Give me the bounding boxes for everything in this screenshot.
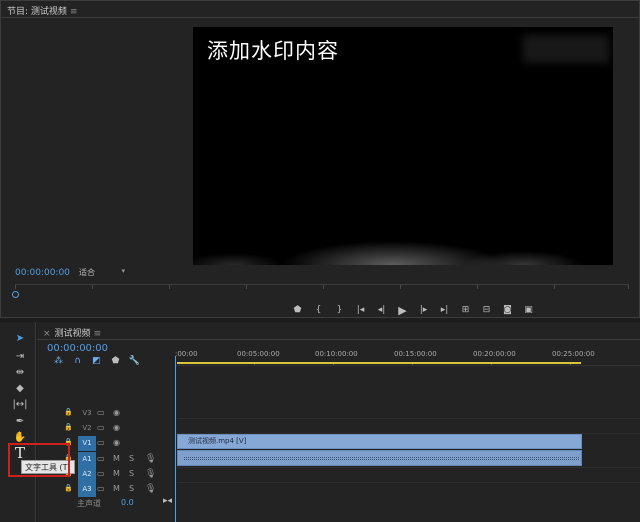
pen-tool-icon[interactable]: ✒ — [12, 415, 28, 429]
tab-divider — [37, 339, 640, 340]
solo-button[interactable]: S — [129, 454, 134, 463]
mute-button[interactable]: M — [113, 454, 120, 463]
track-header-v3: 🔒 V3 ▭ ◉ — [37, 406, 177, 421]
step-forward-icon[interactable]: |▸ — [413, 305, 434, 315]
timeline-toolbar: ⁂ ∩ ◩ ⬟ 🔧 — [49, 356, 144, 368]
source-patch-a1[interactable]: A1 — [78, 452, 96, 467]
track-divider — [177, 482, 640, 483]
ruler-label: 00:20:00:00 — [473, 350, 516, 358]
source-patch-a3[interactable]: A3 — [78, 482, 96, 497]
program-monitor-tab-label: 节目: 测试视频 — [7, 7, 67, 17]
eye-icon[interactable]: ◉ — [113, 423, 120, 432]
video-light-glow — [193, 205, 613, 265]
mute-button[interactable]: M — [113, 469, 120, 478]
audio-clip[interactable] — [177, 450, 582, 466]
source-patch-a2[interactable]: A2 — [78, 467, 96, 482]
sync-lock-icon[interactable]: ▭ — [97, 438, 105, 447]
premiere-window: 节目: 测试视频 ≡ 添加水印内容 00:00:00:00 适合 ▾ ⬟ { } … — [0, 0, 640, 522]
timeline-timecode[interactable]: 00:00:00:00 — [47, 343, 108, 354]
step-back-icon[interactable]: ◂| — [371, 305, 392, 315]
linked-selection-icon[interactable]: ◩ — [87, 356, 106, 368]
mark-out-icon[interactable]: } — [329, 305, 350, 315]
lock-icon[interactable]: 🔒 — [64, 408, 73, 416]
selection-tool-icon[interactable]: ➤ — [12, 332, 28, 346]
go-to-end-icon[interactable]: ▸◂ — [163, 496, 172, 506]
compare-icon[interactable]: ▣ — [518, 305, 539, 315]
source-patch-v1[interactable]: V1 — [78, 436, 96, 451]
timeline-tab[interactable]: × 测试视频 ≡ — [43, 326, 101, 339]
work-area-bar[interactable] — [177, 362, 581, 364]
tab-divider — [1, 17, 640, 18]
video-preview: 添加水印内容 — [193, 27, 613, 265]
sync-lock-icon[interactable]: ▭ — [97, 469, 105, 478]
sync-lock-icon[interactable]: ▭ — [97, 408, 105, 417]
mute-button[interactable]: M — [113, 484, 120, 493]
snap-icon[interactable]: ∩ — [68, 356, 87, 368]
export-frame-icon[interactable]: ◙ — [497, 305, 518, 315]
timeline-panel: × 测试视频 ≡ 00:00:00:00 ⁂ ∩ ◩ ⬟ 🔧 :00:00 00:0… — [37, 322, 640, 522]
sync-lock-icon[interactable]: ▭ — [97, 484, 105, 493]
master-track-label: 主声道 — [77, 499, 101, 508]
ruler-label: 00:25:00:00 — [552, 350, 595, 358]
blurred-logo — [523, 35, 609, 63]
track-divider — [177, 418, 640, 419]
lock-icon[interactable]: 🔒 — [64, 423, 73, 431]
lock-icon[interactable]: 🔒 — [64, 484, 73, 492]
program-playhead[interactable] — [12, 291, 19, 298]
fit-dropdown[interactable]: 适合 ▾ — [79, 267, 127, 279]
track-header-v2: 🔒 V2 ▭ ◉ — [37, 421, 177, 436]
lift-icon[interactable]: ⊞ — [455, 305, 476, 315]
add-marker-icon[interactable]: ⬟ — [106, 356, 125, 368]
track-select-tool-icon[interactable]: ⇥ — [12, 350, 28, 364]
track-name: V3 — [82, 409, 92, 417]
ruler-label: 00:10:00:00 — [315, 350, 358, 358]
razor-tool-icon[interactable]: ◆ — [12, 382, 28, 396]
panel-menu-icon[interactable]: ≡ — [70, 7, 78, 17]
program-time-ruler[interactable] — [15, 284, 629, 292]
video-clip-label: 测试视频.mp4 [V] — [188, 437, 247, 445]
nest-icon[interactable]: ⁂ — [49, 356, 68, 368]
solo-button[interactable]: S — [129, 484, 134, 493]
fit-dropdown-value: 适合 — [79, 268, 95, 277]
go-to-out-icon[interactable]: ▸| — [434, 305, 455, 315]
solo-button[interactable]: S — [129, 469, 134, 478]
program-monitor: 节目: 测试视频 ≡ 添加水印内容 00:00:00:00 适合 ▾ ⬟ { } … — [0, 0, 640, 318]
timeline-tab-label: 测试视频 — [54, 329, 91, 339]
play-icon[interactable]: ▶ — [392, 304, 413, 317]
extract-icon[interactable]: ⊟ — [476, 305, 497, 315]
transport-controls: ⬟ { } |◂ ◂| ▶ |▸ ▸| ⊞ ⊟ ◙ ▣ — [287, 303, 539, 317]
microphone-icon[interactable]: 🎙 — [145, 454, 156, 464]
chevron-down-icon: ▾ — [121, 267, 125, 275]
audio-waveform — [184, 457, 579, 460]
master-volume-value[interactable]: 0.0 — [121, 498, 134, 507]
add-marker-icon[interactable]: ⬟ — [287, 305, 308, 315]
ripple-edit-tool-icon[interactable]: ⇹ — [12, 366, 28, 380]
ruler-label: 00:05:00:00 — [237, 350, 280, 358]
track-area[interactable]: 测试视频.mp4 [V] — [177, 366, 640, 522]
eye-icon[interactable]: ◉ — [113, 408, 120, 417]
timeline-playhead[interactable] — [175, 356, 176, 522]
track-divider — [177, 467, 640, 468]
ruler-label: 00:15:00:00 — [394, 350, 437, 358]
panel-menu-icon[interactable]: ≡ — [94, 329, 102, 339]
go-to-in-icon[interactable]: |◂ — [350, 305, 371, 315]
microphone-icon[interactable]: 🎙 — [145, 469, 156, 479]
wrench-icon[interactable]: 🔧 — [125, 356, 144, 368]
watermark-text: 添加水印内容 — [207, 39, 339, 63]
program-monitor-tab[interactable]: 节目: 测试视频 ≡ — [7, 4, 77, 17]
video-clip[interactable]: 测试视频.mp4 [V] — [177, 434, 582, 449]
mark-in-icon[interactable]: { — [308, 305, 329, 315]
program-timecode[interactable]: 00:00:00:00 — [15, 268, 70, 278]
tools-panel: ➤ ⇥ ⇹ ◆ |↔| ✒ ✋ T — [0, 322, 36, 522]
track-header-a3: 🔒 A3 ▭ M S 🎙 — [37, 482, 177, 497]
eye-icon[interactable]: ◉ — [113, 438, 120, 447]
microphone-icon[interactable]: 🎙 — [145, 484, 156, 494]
slip-tool-icon[interactable]: |↔| — [12, 398, 28, 412]
ruler-label: :00:00 — [175, 350, 198, 358]
sync-lock-icon[interactable]: ▭ — [97, 454, 105, 463]
highlight-box — [8, 443, 70, 477]
sync-lock-icon[interactable]: ▭ — [97, 423, 105, 432]
track-name: V2 — [82, 424, 92, 432]
close-icon[interactable]: × — [43, 329, 51, 339]
